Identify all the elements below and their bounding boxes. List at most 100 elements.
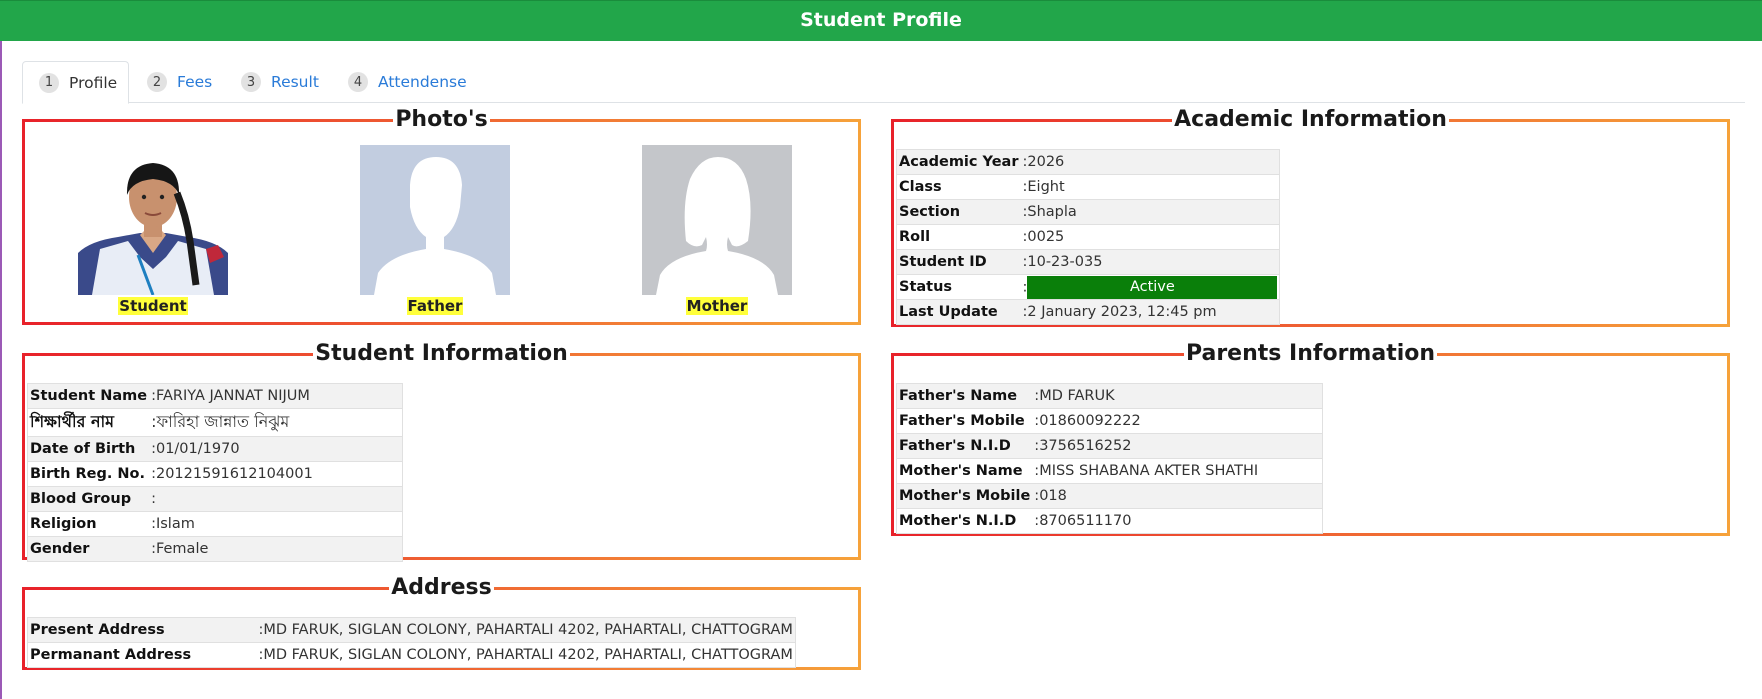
row-value: :Shapla [1020,199,1281,225]
mother-photo[interactable] [642,145,792,295]
row-label: Present Address [27,617,257,643]
tab-attendense[interactable]: 4 Attendense [348,61,467,103]
row-label: শিক্ষার্থীর নাম [27,408,150,437]
page-header: Student Profile [0,0,1762,41]
tab-result[interactable]: 3 Result [241,61,319,103]
academic-panel-title: Academic Information [1172,107,1449,132]
tab-number: 1 [39,72,59,93]
row-value: :ফারিহা জান্নাত নিঝুম [149,408,403,437]
table-row: Academic Year :2026 [896,149,1281,175]
row-value: :MD FARUK, SIGLAN COLONY, PAHARTALI 4202… [256,617,796,643]
row-value: :20121591612104001 [149,461,403,487]
row-value: :0025 [1020,224,1281,250]
tab-profile[interactable]: 1 Profile [22,61,129,104]
page-title: Student Profile [800,9,962,31]
tab-label: Profile [69,73,118,92]
mother-photo-card: Mother [642,145,792,315]
table-row: Status : Active [896,274,1281,300]
parents-info-panel: Parents Information Father's Name :MD FA… [891,341,1730,536]
address-panel: Address Present Address :MD FARUK, SIGLA… [22,575,861,670]
row-value: :Islam [149,511,403,537]
row-label: Roll [896,224,1021,250]
row-label: Permanant Address [27,642,257,668]
table-row: Mother's N.I.D :8706511170 [896,508,1323,534]
row-value: :3756516252 [1032,433,1323,459]
row-value: :Eight [1020,174,1281,200]
row-value: :2026 [1020,149,1281,175]
tab-label: Result [271,73,319,91]
row-value: :Female [149,536,403,562]
row-value: :MD FARUK [1032,383,1323,409]
academic-panel: Academic Information Academic Year :2026… [891,107,1730,327]
table-row: Roll :0025 [896,224,1281,250]
table-row: Father's Name :MD FARUK [896,383,1323,409]
row-value: :01860092222 [1032,408,1323,434]
table-row: Blood Group : [27,486,403,512]
mother-photo-caption: Mother [685,297,749,315]
table-row: Date of Birth :01/01/1970 [27,436,403,462]
table-row: Present Address :MD FARUK, SIGLAN COLONY… [27,617,796,643]
row-label: Father's Mobile [896,408,1033,434]
table-row: Student ID :10-23-035 [896,249,1281,275]
table-row: Permanant Address :MD FARUK, SIGLAN COLO… [27,642,796,668]
status-badge: Active [1027,275,1278,299]
row-label: Gender [27,536,150,562]
tab-bar: 1 Profile 2 Fees 3 Result 4 Attendense [22,61,1745,104]
row-value: :FARIYA JANNAT NIJUM [149,383,403,409]
student-info-panel: Student Information Student Name :FARIYA… [22,341,861,562]
table-row: Student Name :FARIYA JANNAT NIJUM [27,383,403,409]
row-value: :2 January 2023, 12:45 pm [1020,299,1281,325]
row-label: Academic Year [896,149,1021,175]
male-avatar-placeholder-icon [360,145,510,295]
father-photo[interactable] [360,145,510,295]
row-label: Mother's Name [896,458,1033,484]
row-label: Student Name [27,383,150,409]
student-photo-card: Student [78,145,228,315]
photos-panel-title: Photo's [393,107,490,132]
row-label: Section [896,199,1021,225]
tab-label: Attendense [378,73,467,91]
row-label: Last Update [896,299,1021,325]
tab-number: 2 [147,72,167,92]
address-table: Present Address :MD FARUK, SIGLAN COLONY… [27,617,796,668]
parents-info-panel-title: Parents Information [1183,341,1438,366]
tab-fees[interactable]: 2 Fees [147,61,212,103]
tab-number: 3 [241,72,261,92]
row-value: :MISS SHABANA AKTER SHATHI [1032,458,1323,484]
row-label: Student ID [896,249,1021,275]
father-photo-caption: Father [406,297,464,315]
row-label: Father's Name [896,383,1033,409]
student-photo-caption: Student [118,297,188,315]
table-row: Section :Shapla [896,199,1281,225]
student-info-panel-title: Student Information [313,341,570,366]
table-row: Last Update :2 January 2023, 12:45 pm [896,299,1281,325]
row-label: Status [896,274,1021,300]
row-value: : [149,486,403,512]
row-value: :01/01/1970 [149,436,403,462]
table-row: Father's N.I.D :3756516252 [896,433,1323,459]
row-label: Religion [27,511,150,537]
father-photo-card: Father [360,145,510,315]
row-label: Birth Reg. No. [27,461,150,487]
parents-info-table: Father's Name :MD FARUK Father's Mobile … [896,383,1323,534]
female-avatar-placeholder-icon [642,145,792,295]
row-value: :018 [1032,483,1323,509]
page-left-rule [0,0,2,699]
table-row: Mother's Name :MISS SHABANA AKTER SHATHI [896,458,1323,484]
row-value: :MD FARUK, SIGLAN COLONY, PAHARTALI 4202… [256,642,796,668]
student-portrait-icon [78,145,228,295]
row-label: Date of Birth [27,436,150,462]
row-value: : Active [1020,274,1281,300]
table-row: Birth Reg. No. :20121591612104001 [27,461,403,487]
student-info-table: Student Name :FARIYA JANNAT NIJUM শিক্ষা… [27,383,403,562]
row-label: Father's N.I.D [896,433,1033,459]
table-row: Class :Eight [896,174,1281,200]
table-row: Mother's Mobile :018 [896,483,1323,509]
table-row: Gender :Female [27,536,403,562]
row-value: :10-23-035 [1020,249,1281,275]
student-photo[interactable] [78,145,228,295]
row-label: Mother's Mobile [896,483,1033,509]
tab-number: 4 [348,72,368,92]
address-panel-title: Address [389,575,494,600]
tab-label: Fees [177,73,213,91]
